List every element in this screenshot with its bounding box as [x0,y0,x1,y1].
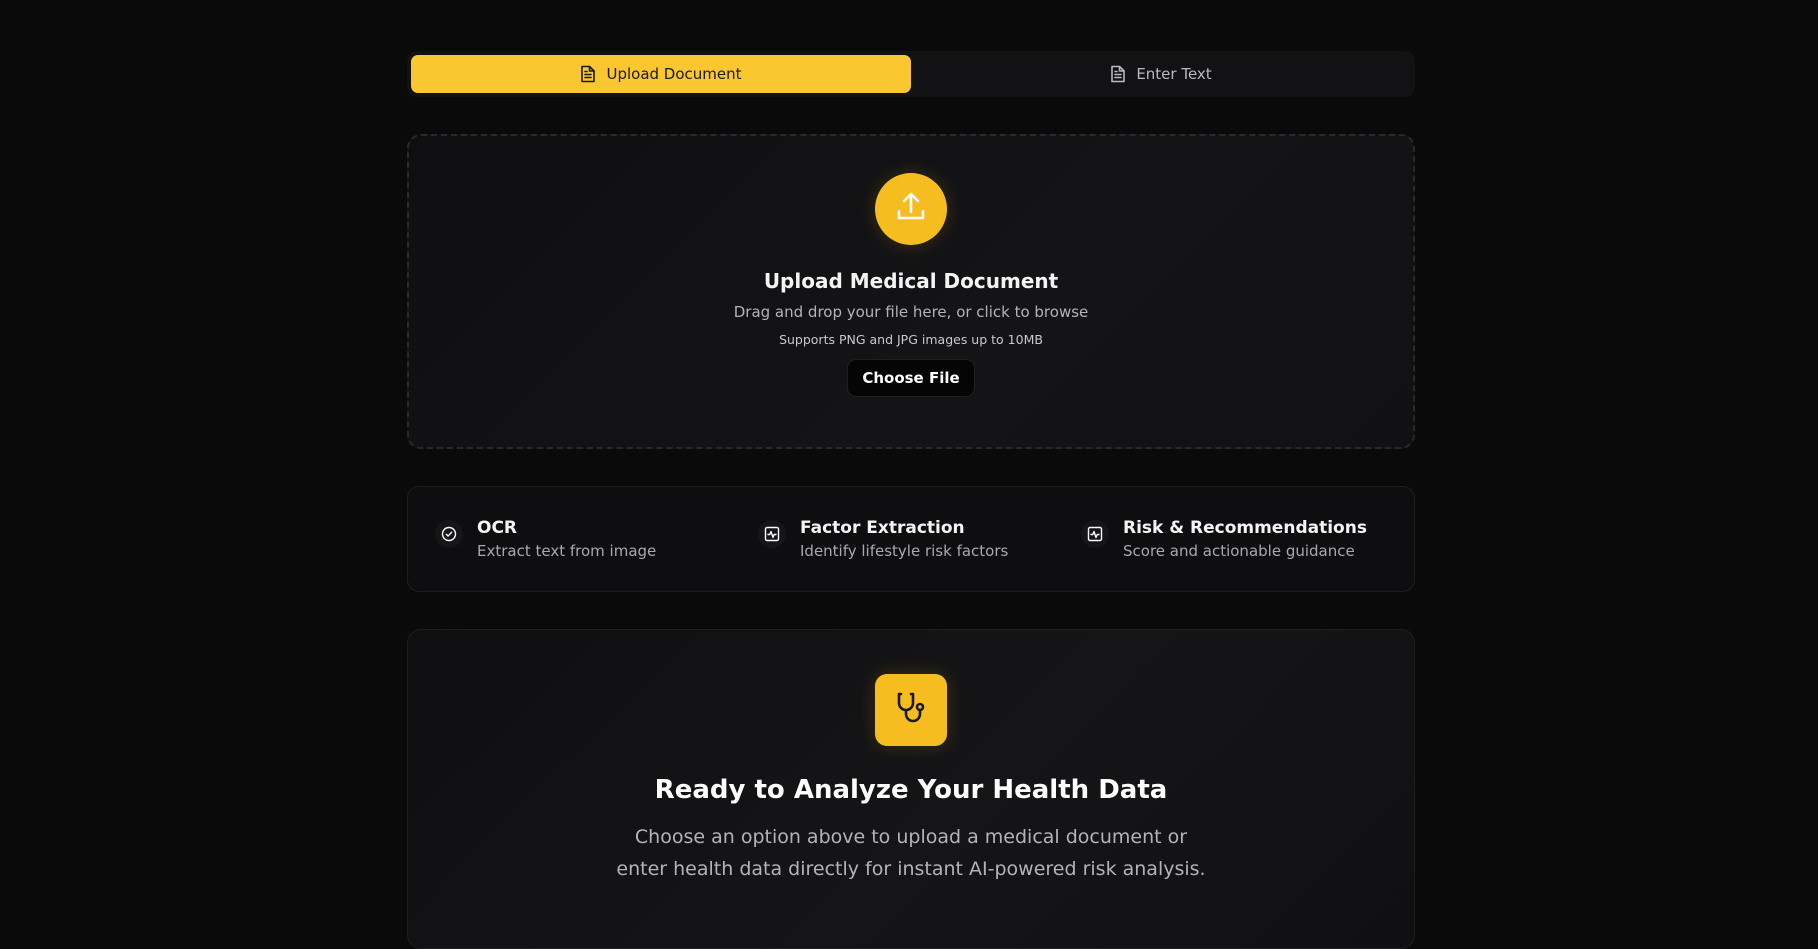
upload-hint: Supports PNG and JPG images up to 10MB [779,332,1043,347]
feature-title: Risk & Recommendations [1123,518,1367,538]
stethoscope-icon [892,689,930,731]
document-icon [1110,65,1126,83]
upload-title: Upload Medical Document [763,269,1059,293]
stethoscope-icon-badge [875,674,947,746]
feature-description: Identify lifestyle risk factors [800,542,1009,560]
tab-enter-text[interactable]: Enter Text [911,55,1411,93]
feature-title: Factor Extraction [800,518,965,538]
choose-file-button[interactable]: Choose File [847,359,975,397]
upload-subtitle: Drag and drop your file here, or click t… [733,303,1089,321]
tab-enter-text-label: Enter Text [1136,65,1212,83]
feature-factor-extraction: Factor Extraction Identify lifestyle ris… [758,517,1008,560]
activity-icon [758,520,786,548]
tab-upload-label: Upload Document [606,65,742,83]
upload-dropzone[interactable]: Upload Medical Document Drag and drop yo… [407,134,1415,449]
main-container: Upload Document Enter Text Upload Medica… [407,51,1415,949]
ready-card: Ready to Analyze Your Health Data Choose… [407,629,1415,949]
ready-title: Ready to Analyze Your Health Data [654,775,1168,805]
feature-description: Extract text from image [477,542,657,560]
input-mode-tabs: Upload Document Enter Text [407,51,1415,97]
features-panel: OCR Extract text from image Factor Extra… [407,486,1415,592]
feature-risk-recommendations: Risk & Recommendations Score and actiona… [1081,517,1367,560]
upload-icon-badge [875,173,947,245]
document-icon [580,65,596,83]
feature-title: OCR [477,518,518,538]
check-circle-icon [435,520,463,548]
upload-icon [894,190,928,228]
feature-ocr: OCR Extract text from image [435,517,656,560]
tab-upload-document[interactable]: Upload Document [411,55,911,93]
activity-icon [1081,520,1109,548]
feature-description: Score and actionable guidance [1123,542,1355,560]
ready-description: Choose an option above to upload a medic… [616,826,1206,880]
